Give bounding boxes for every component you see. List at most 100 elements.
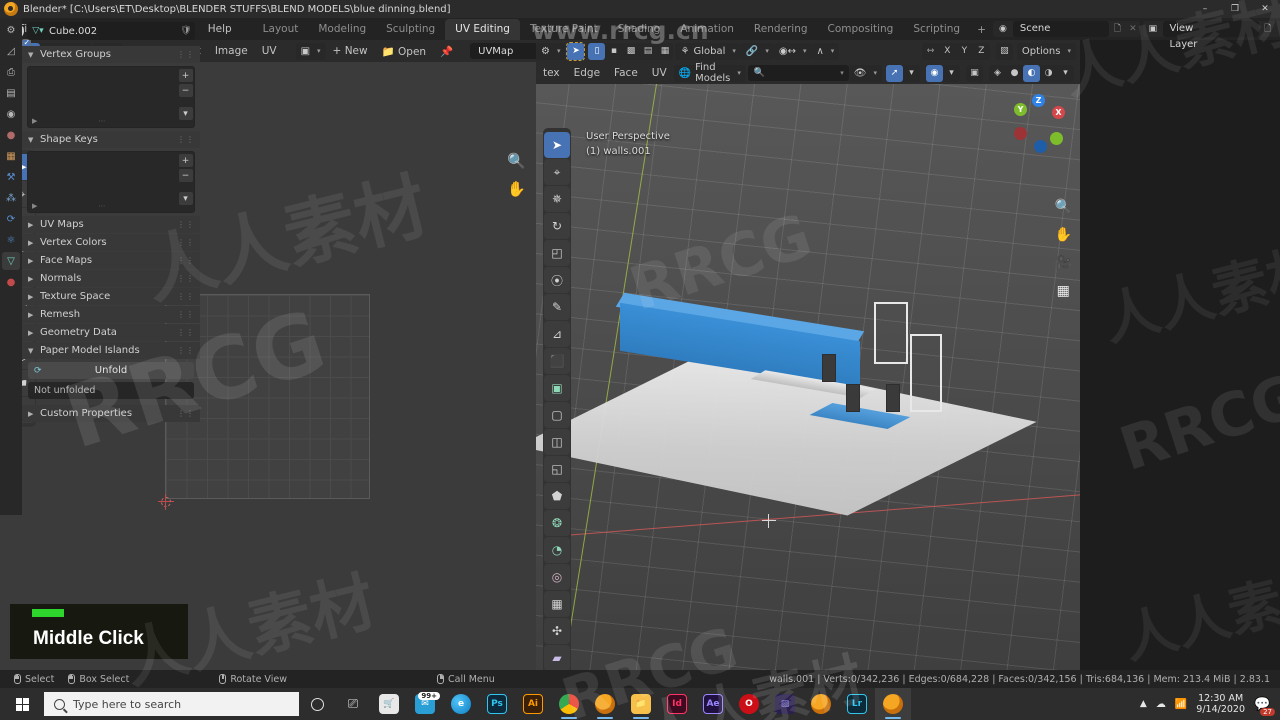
expand-list-icon[interactable]: ▶ [32, 202, 37, 210]
tab-view-layer[interactable]: ▤ [2, 84, 20, 102]
proportional-edit-icon[interactable]: ◉↔ [773, 42, 812, 60]
wireframe-shading-icon[interactable]: ◈ [989, 65, 1006, 82]
maximize-button[interactable]: ❐ [1220, 0, 1250, 18]
mirror-y[interactable]: Y [956, 43, 973, 60]
new-scene-icon[interactable]: 🗋 [1109, 21, 1126, 37]
remove-view-layer-icon[interactable]: ✕ [1276, 24, 1280, 34]
section-normals[interactable]: ▶ Normals ⋮⋮ [22, 270, 200, 287]
vertex-groups-list-inner[interactable]: ▶ ⋯ [28, 67, 177, 127]
taskbar-illustrator[interactable]: Ai [515, 688, 551, 720]
vertex-group-specials-button[interactable]: ▾ [178, 107, 193, 120]
add-workspace-button[interactable]: + [970, 20, 993, 40]
tab-tool[interactable]: ⚙ [2, 21, 20, 39]
uv-mirror-icon[interactable]: ▧ [996, 43, 1013, 60]
taskbar-file-explorer[interactable]: 📁 [623, 688, 659, 720]
uvmap-name-field[interactable]: UVMap [470, 43, 536, 59]
section-face-maps[interactable]: ▶ Face Maps ⋮⋮ [22, 252, 200, 269]
tab-rendering[interactable]: Rendering [744, 19, 818, 40]
rendered-shading-icon[interactable]: ◑ [1040, 65, 1057, 82]
section-custom-properties[interactable]: ▶ Custom Properties ⋮⋮ [22, 405, 200, 422]
vp-measure-tool[interactable]: ⊿ [544, 321, 570, 347]
taskbar-chrome[interactable] [551, 688, 587, 720]
section-vertex-groups[interactable]: ▼ Vertex Groups ⋮⋮ [22, 46, 200, 63]
tab-animation[interactable]: Animation [670, 19, 744, 40]
section-paper-model-islands[interactable]: ▼ Paper Model Islands ⋮⋮ [22, 342, 200, 359]
difference-select-icon[interactable]: ▤ [639, 43, 656, 60]
mode-tex-label[interactable]: tex [536, 64, 567, 82]
subtract-select-icon[interactable]: ▩ [622, 43, 639, 60]
viewport-zoom-icon[interactable]: 🔍 [1055, 199, 1072, 215]
view-layer-name[interactable]: View Layer [1162, 21, 1260, 50]
section-remesh[interactable]: ▶ Remesh ⋮⋮ [22, 306, 200, 323]
box-select-icon[interactable]: ▯ [588, 42, 606, 60]
tab-particles[interactable]: ⁂ [2, 189, 20, 207]
extend-select-icon[interactable]: ▪ [605, 43, 622, 60]
viewport-options-button[interactable]: Options [1016, 42, 1076, 60]
vp-bevel-tool[interactable]: ◫ [544, 429, 570, 455]
viewport-hand-pan-icon[interactable]: ✋ [1055, 227, 1072, 243]
section-shape-keys[interactable]: ▼ Shape Keys ⋮⋮ [22, 131, 200, 148]
tab-modifiers[interactable]: ⚒ [2, 168, 20, 186]
mirror-icon[interactable]: ⇿ [922, 43, 939, 60]
material-preview-icon[interactable]: ◐ [1023, 64, 1040, 82]
show-gizmo-icon[interactable]: ➚ [886, 64, 903, 82]
vp-shear-tool[interactable]: ✣ [544, 618, 570, 644]
taskbar-microsoft-store[interactable]: 🛒 [371, 688, 407, 720]
section-texture-space[interactable]: ▶ Texture Space ⋮⋮ [22, 288, 200, 305]
add-vertex-group-button[interactable]: + [178, 69, 193, 82]
scene-chair-3[interactable] [886, 384, 900, 412]
unlink-scene-icon[interactable]: ✕ [1126, 24, 1140, 34]
visibility-icon[interactable]: 👁 [848, 64, 882, 82]
vp-add-cube-tool[interactable]: ⬛ [544, 348, 570, 374]
onedrive-icon[interactable]: ☁ [1156, 699, 1166, 710]
uv-zoom-icon[interactable]: 🔍 [507, 152, 526, 170]
menu-uv[interactable]: UV [645, 64, 674, 82]
vp-tweak-tool[interactable]: ➤ [544, 132, 570, 158]
expand-list-icon[interactable]: ▶ [32, 117, 37, 125]
taskbar-indesign[interactable]: Id [659, 688, 695, 720]
scene-chair-1[interactable] [822, 354, 836, 382]
taskbar-blender-1[interactable] [587, 688, 623, 720]
tab-sculpting[interactable]: Sculpting [376, 19, 445, 40]
uv-menu-image[interactable]: Image [208, 42, 255, 60]
menu-help[interactable]: Help [199, 20, 241, 38]
model-search-field[interactable]: 🔍 ▾ [747, 65, 849, 81]
overlay-dropdown-icon[interactable]: ▾ [943, 65, 960, 82]
uv-menu-uv[interactable]: UV [255, 42, 284, 60]
start-button[interactable] [0, 688, 44, 720]
vp-rip-region-tool[interactable]: ▰ [544, 645, 570, 670]
taskbar-lightroom-classic[interactable]: ▧ [767, 688, 803, 720]
datablock-name[interactable]: Cube.002 [49, 26, 177, 37]
tab-layout[interactable]: Layout [253, 19, 309, 40]
tab-render[interactable]: ◿ [2, 42, 20, 60]
select-mode-icon[interactable]: ➤ [567, 42, 585, 60]
taskbar-lightroom[interactable]: Lr [839, 688, 875, 720]
vp-smooth-tool[interactable]: ◎ [544, 564, 570, 590]
vp-knife-tool[interactable]: ⬟ [544, 483, 570, 509]
transform-orientation-select[interactable]: ⚘ Global [675, 42, 741, 60]
menu-face[interactable]: Face [607, 64, 645, 82]
vp-poly-build-tool[interactable]: ❂ [544, 510, 570, 536]
taskbar-opera[interactable]: O [731, 688, 767, 720]
minimize-button[interactable]: – [1190, 0, 1220, 18]
taskbar-edge[interactable]: e [443, 688, 479, 720]
shape-keys-list-inner[interactable]: ▶ ⋯ [28, 152, 177, 212]
section-geometry-data[interactable]: ▶ Geometry Data ⋮⋮ [22, 324, 200, 341]
tab-object-data[interactable]: ▽ [2, 252, 20, 270]
taskbar-blender-2[interactable] [803, 688, 839, 720]
task-view-button[interactable]: ⎚ [335, 688, 371, 720]
scene-door-frame-1[interactable] [874, 302, 908, 364]
viewport-axis-gizmo[interactable]: Z Y X [1010, 94, 1068, 153]
tab-output[interactable]: ⎙ [2, 63, 20, 81]
taskbar-search-box[interactable]: Type here to search [44, 692, 299, 716]
add-shape-key-button[interactable]: + [178, 154, 193, 167]
taskbar-photoshop[interactable]: Ps [479, 688, 515, 720]
vp-shrink-fatten-tool[interactable]: ▦ [544, 591, 570, 617]
new-image-button[interactable]: + New [326, 42, 375, 60]
uv-hand-pan-icon[interactable]: ✋ [507, 180, 526, 198]
chevron-up-icon[interactable]: ▲ [1140, 699, 1147, 709]
vp-annotate-tool[interactable]: ✎ [544, 294, 570, 320]
toggle-xray-icon[interactable]: ▣ [966, 65, 983, 82]
gizmo-dropdown-icon[interactable]: ▾ [903, 65, 920, 82]
datablock-name-row[interactable]: ▽▾ Cube.002 🛡 [27, 22, 195, 40]
